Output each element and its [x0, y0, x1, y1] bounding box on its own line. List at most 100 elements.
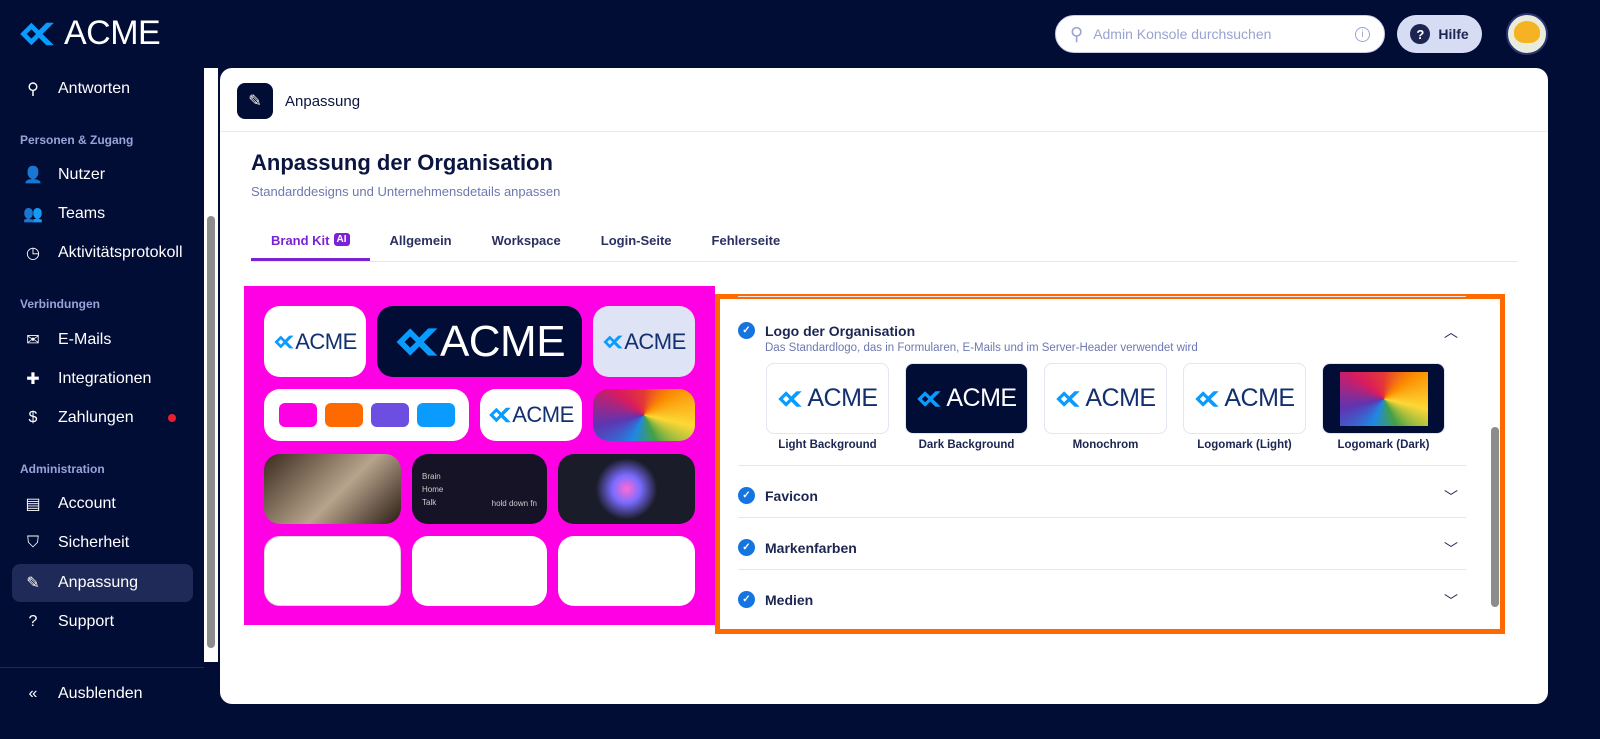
search-icon: ⚲: [1070, 23, 1084, 44]
preview-ai-image: [558, 454, 695, 524]
search-input[interactable]: [1093, 26, 1345, 42]
highlighted-settings-panel: ✓ Logo der Organisation ︿ Das Standardlog…: [715, 294, 1505, 634]
logo-variants: ACME Light Background ACME Dark Background…: [766, 363, 1445, 451]
acme-mark-icon: [1194, 389, 1220, 409]
acme-mark-icon: [777, 389, 803, 409]
swatch: [370, 403, 409, 427]
mail-icon: ✉: [26, 332, 40, 349]
preview-logo-small: ACME: [480, 389, 582, 441]
sidebar-item-integrationen[interactable]: ✚ Integrationen: [12, 360, 193, 398]
section-verbindungen: Verbindungen: [20, 297, 101, 311]
logo-variant-logomark-dark[interactable]: Logomark (Dark): [1322, 363, 1445, 451]
swatch: [278, 403, 317, 427]
user-avatar[interactable]: [1506, 13, 1548, 55]
preview-keyboard-image: [264, 454, 401, 524]
sidebar-item-account[interactable]: ▤ Account: [12, 485, 193, 523]
check-circle-icon: ✓: [738, 539, 755, 556]
check-circle-icon: ✓: [738, 591, 755, 608]
sidebar-item-nutzer[interactable]: 👤 Nutzer: [12, 156, 193, 194]
brush-icon: ✎: [26, 575, 40, 592]
id-card-icon: ▤: [25, 496, 41, 513]
acme-mark-icon: [602, 334, 624, 350]
acme-mark-icon: [916, 389, 942, 409]
page-title: Anpassung der Organisation: [251, 150, 553, 175]
logo-variant-light[interactable]: ACME Light Background: [766, 363, 889, 451]
acme-mark-icon: [1055, 389, 1081, 409]
sidebar-item-teams[interactable]: 👥 Teams: [12, 195, 193, 233]
accordion-markenfarben[interactable]: ✓ Markenfarben ﹀: [738, 539, 1466, 559]
collapse-sidebar-button[interactable]: «Ausblenden: [12, 675, 193, 713]
info-icon[interactable]: i: [1355, 26, 1370, 42]
acme-mark-icon: [18, 20, 56, 48]
breadcrumb: ✎ Anpassung: [237, 83, 360, 119]
preview-screenshot: [264, 536, 401, 606]
ai-badge: AI: [333, 233, 350, 246]
shield-icon: ⛉: [26, 534, 39, 551]
help-icon: ?: [28, 613, 38, 630]
logo-variant-logomark-light[interactable]: ACME Logomark (Light): [1183, 363, 1306, 451]
sidebar-divider: [0, 667, 204, 668]
double-chevron-left-icon: «: [28, 685, 38, 702]
chevron-up-icon[interactable]: ︿: [1444, 322, 1458, 342]
panel-scrollbar[interactable]: [1490, 307, 1500, 625]
tab-workspace[interactable]: Workspace: [472, 228, 581, 261]
preview-screenshot: [412, 536, 547, 606]
sidebar-item-sicherheit[interactable]: ⛉ Sicherheit: [12, 524, 193, 562]
chevron-down-icon[interactable]: ﹀: [1444, 591, 1458, 611]
team-icon: 👥: [23, 206, 43, 223]
preview-logo-dark: ACME: [377, 306, 582, 377]
pencils-image: [1339, 371, 1428, 426]
preview-pencils-image: [593, 389, 695, 441]
puzzle-icon: ✚: [26, 371, 40, 388]
user-icon: 👤: [23, 167, 43, 184]
chevron-down-icon[interactable]: ﹀: [1444, 539, 1458, 559]
sidebar-item-anpassung[interactable]: ✎ Anpassung: [12, 564, 193, 602]
section-administration: Administration: [20, 462, 105, 476]
accordion-medien[interactable]: ✓ Medien ﹀: [738, 591, 1466, 611]
search-box[interactable]: ⚲ i: [1055, 15, 1385, 53]
preview-logo-light: ACME: [264, 306, 366, 377]
tab-allgemein[interactable]: Allgemein: [370, 228, 472, 261]
dollar-icon: $: [28, 409, 38, 426]
divider: [738, 296, 1466, 297]
tab-bar: Brand Kit AI Allgemein Workspace Login-Se…: [251, 228, 1517, 262]
check-circle-icon: ✓: [738, 487, 755, 504]
question-icon: ?: [1410, 24, 1431, 44]
logo-variant-monochrom[interactable]: ACME Monochrom: [1044, 363, 1167, 451]
check-circle-icon: ✓: [738, 322, 755, 339]
sidebar-item-emails[interactable]: ✉ E-Mails: [12, 321, 193, 359]
section-personen-zugang: Personen & Zugang: [20, 133, 134, 147]
scrollbar-thumb[interactable]: [1491, 427, 1499, 607]
page-subtitle: Standarddesigns und Unternehmensdetails …: [251, 184, 561, 199]
swatch: [416, 403, 455, 427]
divider: [738, 465, 1466, 466]
sidebar-item-aktivitaetsprotokoll[interactable]: ◷ Aktivitätsprotokoll: [12, 234, 193, 272]
acme-mark-icon: [394, 325, 440, 359]
sidebar-scrollbar[interactable]: [204, 68, 218, 662]
divider: [738, 569, 1466, 570]
preview-app-image: Brain Home Talk hold down fn: [412, 454, 547, 524]
scrollbar-thumb[interactable]: [207, 216, 215, 648]
header-divider: [220, 131, 1548, 132]
help-button[interactable]: ? Hilfe: [1397, 15, 1482, 53]
acme-logo[interactable]: ACME: [18, 14, 161, 53]
acme-mark-icon: [488, 406, 512, 424]
sidebar-item-support[interactable]: ? Support: [12, 603, 193, 641]
preview-color-swatches: [264, 389, 469, 441]
search-icon: ⚲: [27, 81, 39, 98]
preview-screenshot: [558, 536, 695, 606]
acme-mark-icon: [273, 334, 295, 350]
notification-dot: [168, 414, 176, 422]
tab-fehlerseite[interactable]: Fehlerseite: [692, 228, 801, 261]
sidebar-item-antworten[interactable]: ⚲ Antworten: [12, 70, 193, 108]
divider: [738, 517, 1466, 518]
accordion-favicon[interactable]: ✓ Favicon ﹀: [738, 487, 1466, 507]
chevron-down-icon[interactable]: ﹀: [1444, 487, 1458, 507]
tab-login-seite[interactable]: Login-Seite: [581, 228, 692, 261]
history-icon: ◷: [26, 245, 40, 262]
sidebar-item-zahlungen[interactable]: $ Zahlungen: [12, 399, 193, 437]
logo-variant-dark[interactable]: ACME Dark Background: [905, 363, 1028, 451]
tab-brand-kit[interactable]: Brand Kit AI: [251, 228, 370, 261]
brush-icon: ✎: [237, 83, 273, 119]
accordion-logo[interactable]: ✓ Logo der Organisation ︿ Das Standardlog…: [738, 322, 1466, 354]
